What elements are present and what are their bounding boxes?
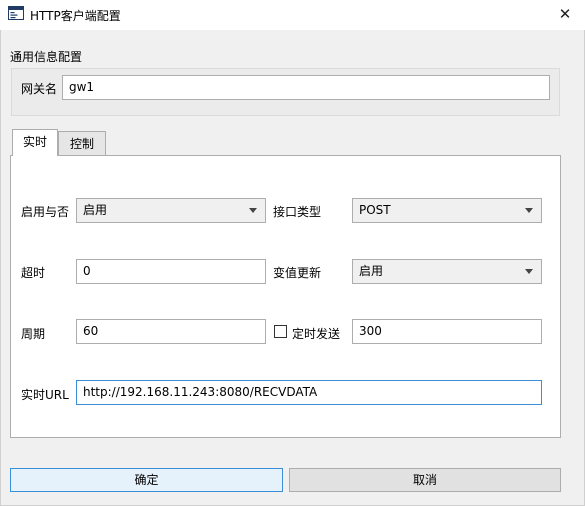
enable-select[interactable]: 启用 — [76, 198, 266, 223]
timed-send-label: 定时发送 — [292, 327, 341, 341]
chevron-down-icon — [249, 208, 257, 213]
interface-type-select[interactable]: POST — [352, 198, 542, 223]
change-update-value: 启用 — [359, 264, 384, 278]
period-input[interactable]: 60 — [76, 319, 266, 344]
chevron-down-icon — [525, 269, 533, 274]
change-update-select[interactable]: 启用 — [352, 259, 542, 284]
ok-button[interactable]: 确定 — [10, 468, 283, 492]
timeout-label: 超时 — [21, 266, 46, 280]
realtime-url-input[interactable]: http://192.168.11.243:8080/RECVDATA — [76, 380, 542, 405]
tab-control[interactable]: 控制 — [58, 131, 106, 156]
enable-select-value: 启用 — [83, 203, 108, 217]
interface-type-label: 接口类型 — [273, 205, 322, 219]
realtime-url-label: 实时URL — [21, 388, 69, 402]
timeout-input[interactable]: 0 — [76, 259, 266, 284]
close-icon[interactable]: ✕ — [552, 2, 578, 26]
period-label: 周期 — [21, 327, 46, 341]
general-group-title: 通用信息配置 — [10, 50, 83, 64]
app-window-icon — [8, 6, 24, 20]
gateway-name-input[interactable]: gw1 — [62, 75, 550, 100]
title-bar: HTTP客户端配置 ✕ — [0, 0, 585, 30]
tab-realtime[interactable]: 实时 — [12, 129, 58, 156]
timed-send-input[interactable]: 300 — [352, 319, 542, 344]
enable-label: 启用与否 — [21, 205, 70, 219]
gateway-label: 网关名 — [21, 82, 58, 96]
interface-type-value: POST — [359, 203, 391, 217]
timed-send-checkbox[interactable] — [274, 325, 287, 338]
cancel-button[interactable]: 取消 — [289, 468, 561, 492]
window-title: HTTP客户端配置 — [30, 9, 121, 23]
change-update-label: 变值更新 — [273, 266, 322, 280]
chevron-down-icon — [525, 208, 533, 213]
